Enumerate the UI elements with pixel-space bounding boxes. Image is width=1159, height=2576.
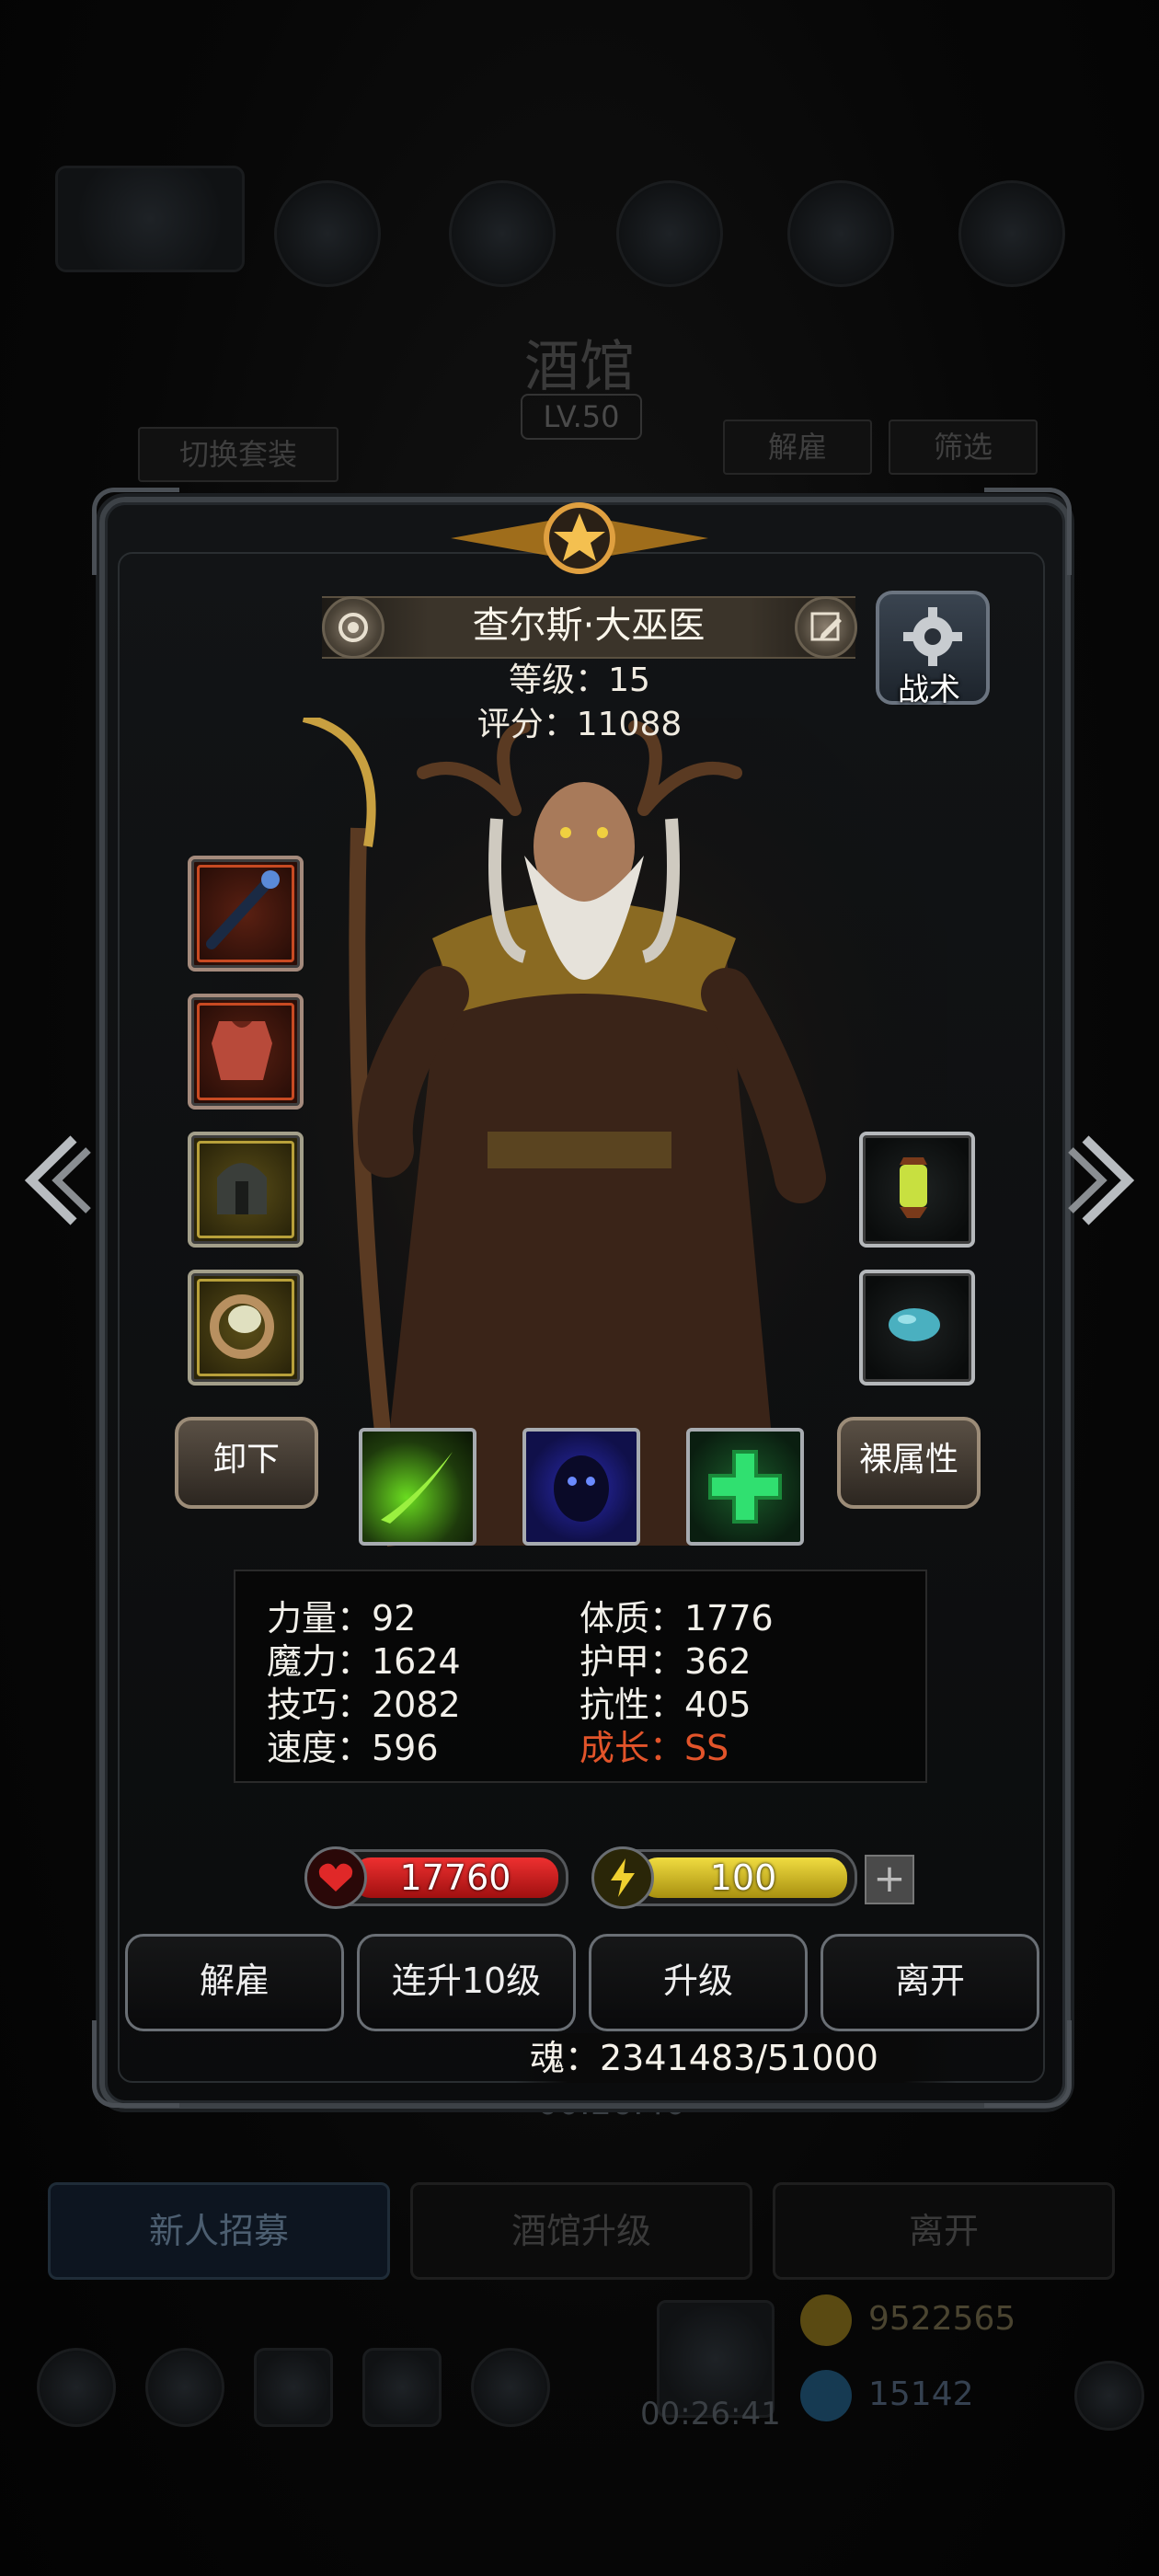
stat-speed: 速度：596 <box>267 1728 439 1768</box>
panel-corner-br <box>984 2020 1072 2108</box>
upgrade-10-levels-button[interactable]: 连升10级 <box>357 1934 576 2031</box>
filter-button[interactable]: 筛选 <box>889 420 1038 475</box>
add-energy-button[interactable]: + <box>865 1855 914 1904</box>
heal-cross-skill-icon <box>708 1450 782 1524</box>
lantern-slot[interactable] <box>859 1132 975 1248</box>
skill-slot-2[interactable] <box>522 1428 640 1546</box>
bg-menu-icon-3 <box>616 180 723 287</box>
soul-text: 魂：2341483/51000 <box>530 2038 878 2078</box>
gift-timer: 00:26:41 <box>640 2396 781 2432</box>
gem-icon <box>889 1308 940 1341</box>
bg-menu-icon-5 <box>958 180 1065 287</box>
edit-icon <box>810 612 842 641</box>
tavern-title: 酒馆 <box>524 335 635 399</box>
gold-amount: 9522565 <box>868 2300 1016 2338</box>
armor-slot[interactable] <box>188 994 304 1110</box>
panel-corner-tr <box>984 488 1072 575</box>
gem-slot[interactable] <box>859 1270 975 1386</box>
ring-slot[interactable] <box>188 1270 304 1386</box>
tactics-label: 战术 <box>898 672 960 708</box>
helmet-slot[interactable] <box>188 1132 304 1248</box>
bg-dismiss-button[interactable]: 解雇 <box>723 420 872 475</box>
staff-icon <box>206 870 280 949</box>
recruit-button[interactable]: 新人招募 <box>48 2182 390 2280</box>
helmet-icon <box>217 1163 267 1214</box>
hp-value: 17760 <box>399 1857 511 1898</box>
dismiss-button[interactable]: 解雇 <box>125 1934 344 2031</box>
bg-leave-button[interactable]: 离开 <box>773 2182 1115 2280</box>
green-slash-skill-icon <box>381 1452 453 1524</box>
tavern-level: LV.50 <box>521 394 642 440</box>
lantern-icon <box>900 1157 927 1218</box>
previous-hero-arrow-icon[interactable] <box>18 1130 92 1231</box>
hp-bar: 17760 <box>304 1846 568 1909</box>
panel-corner-tl <box>92 488 179 575</box>
next-hero-arrow-icon[interactable] <box>1067 1130 1141 1231</box>
stat-growth: 成长：SS <box>580 1728 729 1768</box>
skill-slot-3[interactable] <box>686 1428 804 1546</box>
gold-coin-icon <box>800 2294 852 2346</box>
hero-score: 评分：11088 <box>476 706 683 743</box>
base-attributes-button[interactable]: 裸属性 <box>837 1417 981 1509</box>
bg-nav-icon-1[interactable] <box>37 2348 116 2427</box>
bg-nav-icon-4[interactable] <box>362 2348 442 2427</box>
shadow-skill-icon <box>554 1455 609 1522</box>
ring-icon <box>210 1294 274 1359</box>
bg-add-icon[interactable] <box>1074 2361 1144 2431</box>
panel-corner-bl <box>92 2020 179 2108</box>
diamond-icon <box>800 2370 852 2421</box>
rename-button[interactable] <box>795 596 857 659</box>
bg-avatar <box>55 166 245 272</box>
energy-value: 100 <box>709 1857 777 1898</box>
bg-nav-icon-2[interactable] <box>145 2348 224 2427</box>
bg-menu-icon-2 <box>449 180 556 287</box>
leave-button[interactable]: 离开 <box>820 1934 1039 2031</box>
diamond-amount: 15142 <box>868 2375 974 2413</box>
upgrade-button[interactable]: 升级 <box>589 1934 808 2031</box>
bg-menu-icon-1 <box>274 180 381 287</box>
tavern-upgrade-button[interactable]: 酒馆升级 <box>410 2182 752 2280</box>
bg-nav-icon-3[interactable] <box>254 2348 333 2427</box>
hero-name: 查尔斯·大巫医 <box>472 604 706 647</box>
bg-nav-icon-5[interactable] <box>471 2348 550 2427</box>
bg-menu-icon-4 <box>787 180 894 287</box>
soul-counter: 魂：2341483/51000 <box>515 2033 957 2083</box>
energy-bar: 100 <box>591 1846 857 1909</box>
skill-slot-1[interactable] <box>359 1428 476 1546</box>
panel-emblem <box>451 502 708 574</box>
armor-icon <box>212 1021 272 1080</box>
weapon-slot[interactable] <box>188 856 304 972</box>
switch-outfit-button[interactable]: 切换套装 <box>138 427 339 482</box>
unequip-button[interactable]: 卸下 <box>175 1417 318 1509</box>
